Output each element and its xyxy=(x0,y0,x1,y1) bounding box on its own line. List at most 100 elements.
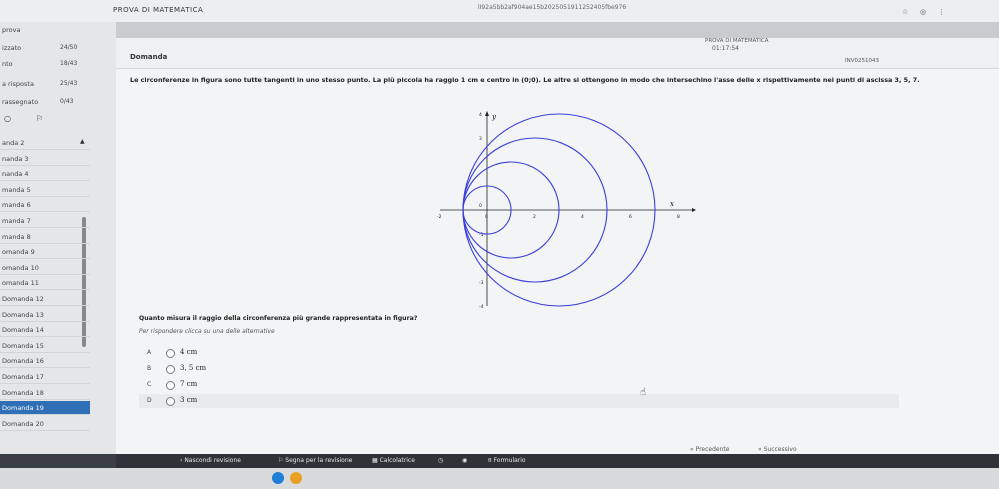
sidebar-item-question[interactable]: omanda 9 xyxy=(0,245,90,260)
option-letter: D xyxy=(147,397,152,404)
option-value: 4 cm xyxy=(180,348,198,356)
sidebar-item-question[interactable]: anda 2 xyxy=(0,136,90,150)
option-value: 7 cm xyxy=(180,380,198,388)
menu-icon[interactable]: ⋮ xyxy=(938,8,945,16)
y-axis-label: y xyxy=(491,113,497,121)
page-title: Domanda xyxy=(130,53,168,61)
answer-instruction: Per rispondere clicca su una delle alter… xyxy=(139,328,275,335)
y-tick-label: -4 xyxy=(479,304,484,310)
sidebar-item-question[interactable]: Domanda 12 xyxy=(0,292,90,306)
sidebar-item-question[interactable]: Domanda 14 xyxy=(0,323,90,338)
radio-button[interactable] xyxy=(166,381,175,390)
radio-button[interactable] xyxy=(166,349,175,358)
x-tick-label: 2 xyxy=(533,214,536,220)
sidebar-item-label: Domanda 14 xyxy=(2,326,44,335)
sidebar-item-label: anda 2 xyxy=(2,139,25,147)
sidebar-item-label: Domanda 19 xyxy=(2,404,44,413)
hide-review-button[interactable]: ‹ Nascondi revisione xyxy=(180,457,241,464)
x-tick-label: 4 xyxy=(581,214,584,220)
app-title: PROVA DI MATEMATICA xyxy=(113,6,204,14)
y-tick-label: 4 xyxy=(479,112,482,118)
sidebar-item-label: Domanda 16 xyxy=(2,357,44,366)
sidebar-item-question[interactable]: Domanda 18 xyxy=(0,386,90,400)
sidebar-item-label: omanda 11 xyxy=(2,279,39,288)
sidebar-item-question[interactable]: Domanda 16 xyxy=(0,354,90,369)
option-b[interactable]: B 3, 5 cm xyxy=(139,362,899,376)
sidebar-item-label: nanda 3 xyxy=(2,154,29,163)
exam-name: PROVA DI MATEMATICA xyxy=(705,38,769,44)
question-sidebar: prova izzato 24/50 nto 18/43 a risposta 25/… xyxy=(0,22,116,455)
sidebar-item-question[interactable]: manda 7 xyxy=(0,214,90,228)
hand-cursor-icon: ☝ xyxy=(640,387,647,398)
sidebar-item-label: Domanda 20 xyxy=(2,419,44,428)
stat-row: izzato 24/50 xyxy=(2,44,78,52)
sidebar-footer xyxy=(0,454,116,468)
sidebar-item-question[interactable]: manda 8 xyxy=(0,230,90,244)
sidebar-item-question[interactable]: omanda 10 xyxy=(0,261,90,275)
option-d[interactable]: D 3 cm xyxy=(139,394,899,408)
stat-row: a risposta 25/43 xyxy=(2,80,78,88)
x-tick-label: 0 xyxy=(485,214,488,220)
sidebar-item-label: manda 6 xyxy=(2,201,31,210)
radio-button[interactable] xyxy=(166,397,175,406)
next-button[interactable]: » Successivo xyxy=(758,446,797,453)
sidebar-item-label: Domanda 12 xyxy=(2,295,44,303)
url-text: lI92a5bb2af904ae15b2025051911252405fbe97… xyxy=(478,4,627,11)
sidebar-item-question[interactable]: Domanda 19 xyxy=(0,401,90,416)
sidebar-item-label: Domanda 15 xyxy=(2,341,44,350)
x-tick-label: 8 xyxy=(677,214,680,220)
question-text: Le circonferenze in figura sono tutte ta… xyxy=(130,76,920,84)
radio-button[interactable] xyxy=(166,365,175,374)
sidebar-item-question[interactable]: manda 5 xyxy=(0,183,90,197)
sidebar-item-label: manda 8 xyxy=(2,232,31,241)
y-tick-label: 3 xyxy=(479,136,482,142)
sidebar-item-label: manda 7 xyxy=(2,217,31,225)
circle-filter-icon[interactable]: ○ xyxy=(4,114,11,123)
calculator-button[interactable]: ▦ Calcolatrice xyxy=(372,457,415,464)
star-icon[interactable]: ☆ xyxy=(902,8,908,16)
app-icon[interactable] xyxy=(272,472,284,484)
sidebar-item-label: Domanda 17 xyxy=(2,373,44,381)
flag-filter-icon[interactable]: ⚐ xyxy=(36,114,43,123)
sidebar-item-label: omanda 9 xyxy=(2,248,35,257)
x-axis-label: x xyxy=(670,200,674,208)
sidebar-item-question[interactable]: omanda 11 xyxy=(0,276,90,291)
formula-button[interactable]: π Formulario xyxy=(488,457,526,464)
bottom-toolbar xyxy=(116,454,999,468)
option-a[interactable]: A 4 cm xyxy=(139,346,899,360)
option-letter: B xyxy=(147,365,152,372)
question-header xyxy=(116,38,999,69)
stat-row: rassegnato 0/43 xyxy=(2,98,74,106)
option-letter: C xyxy=(147,381,152,388)
sidebar-item-question[interactable]: nanda 3 xyxy=(0,152,90,166)
chrome-icon[interactable] xyxy=(290,472,302,484)
option-c[interactable]: C 7 cm xyxy=(139,378,899,392)
user-id: INV0251043 xyxy=(845,58,879,64)
sidebar-item-label: Domanda 18 xyxy=(2,388,44,397)
y-axis-arrow xyxy=(485,111,489,116)
sidebar-item-label: Domanda 13 xyxy=(2,310,44,319)
sidebar-item-question[interactable]: Domanda 15 xyxy=(0,339,90,353)
x-tick-label: -2 xyxy=(437,214,442,220)
y-tick-label: -3 xyxy=(479,280,484,286)
sidebar-item-question[interactable]: nanda 4 xyxy=(0,167,90,182)
sidebar-item-question[interactable]: manda 6 xyxy=(0,198,90,213)
previous-button[interactable]: « Precedente xyxy=(690,446,729,453)
option-value: 3 cm xyxy=(180,396,198,404)
clock-icon[interactable]: ◷ xyxy=(438,457,443,464)
question-prompt: Quanto misura il raggio della circonfere… xyxy=(139,315,418,322)
mark-review-button[interactable]: ⚐ Segna per la revisione xyxy=(278,457,352,464)
x-axis-arrow xyxy=(692,208,696,212)
sidebar-item-question[interactable]: Domanda 20 xyxy=(0,417,90,431)
settings-icon[interactable]: ◉ xyxy=(462,457,467,464)
sidebar-item-label: omanda 10 xyxy=(2,263,39,272)
sidebar-title: prova xyxy=(2,26,21,34)
timer: 01:17:54 xyxy=(712,45,739,52)
account-icon[interactable]: ◎ xyxy=(920,8,926,16)
circles-graph: y x -2 0 2 4 6 8430-1-3-4 xyxy=(437,111,696,310)
option-value: 3, 5 cm xyxy=(180,364,207,372)
sidebar-item-question[interactable]: Domanda 13 xyxy=(0,308,90,322)
sidebar-item-label: manda 5 xyxy=(2,185,31,194)
sidebar-item-label: nanda 4 xyxy=(2,170,29,179)
sidebar-item-question[interactable]: Domanda 17 xyxy=(0,370,90,384)
